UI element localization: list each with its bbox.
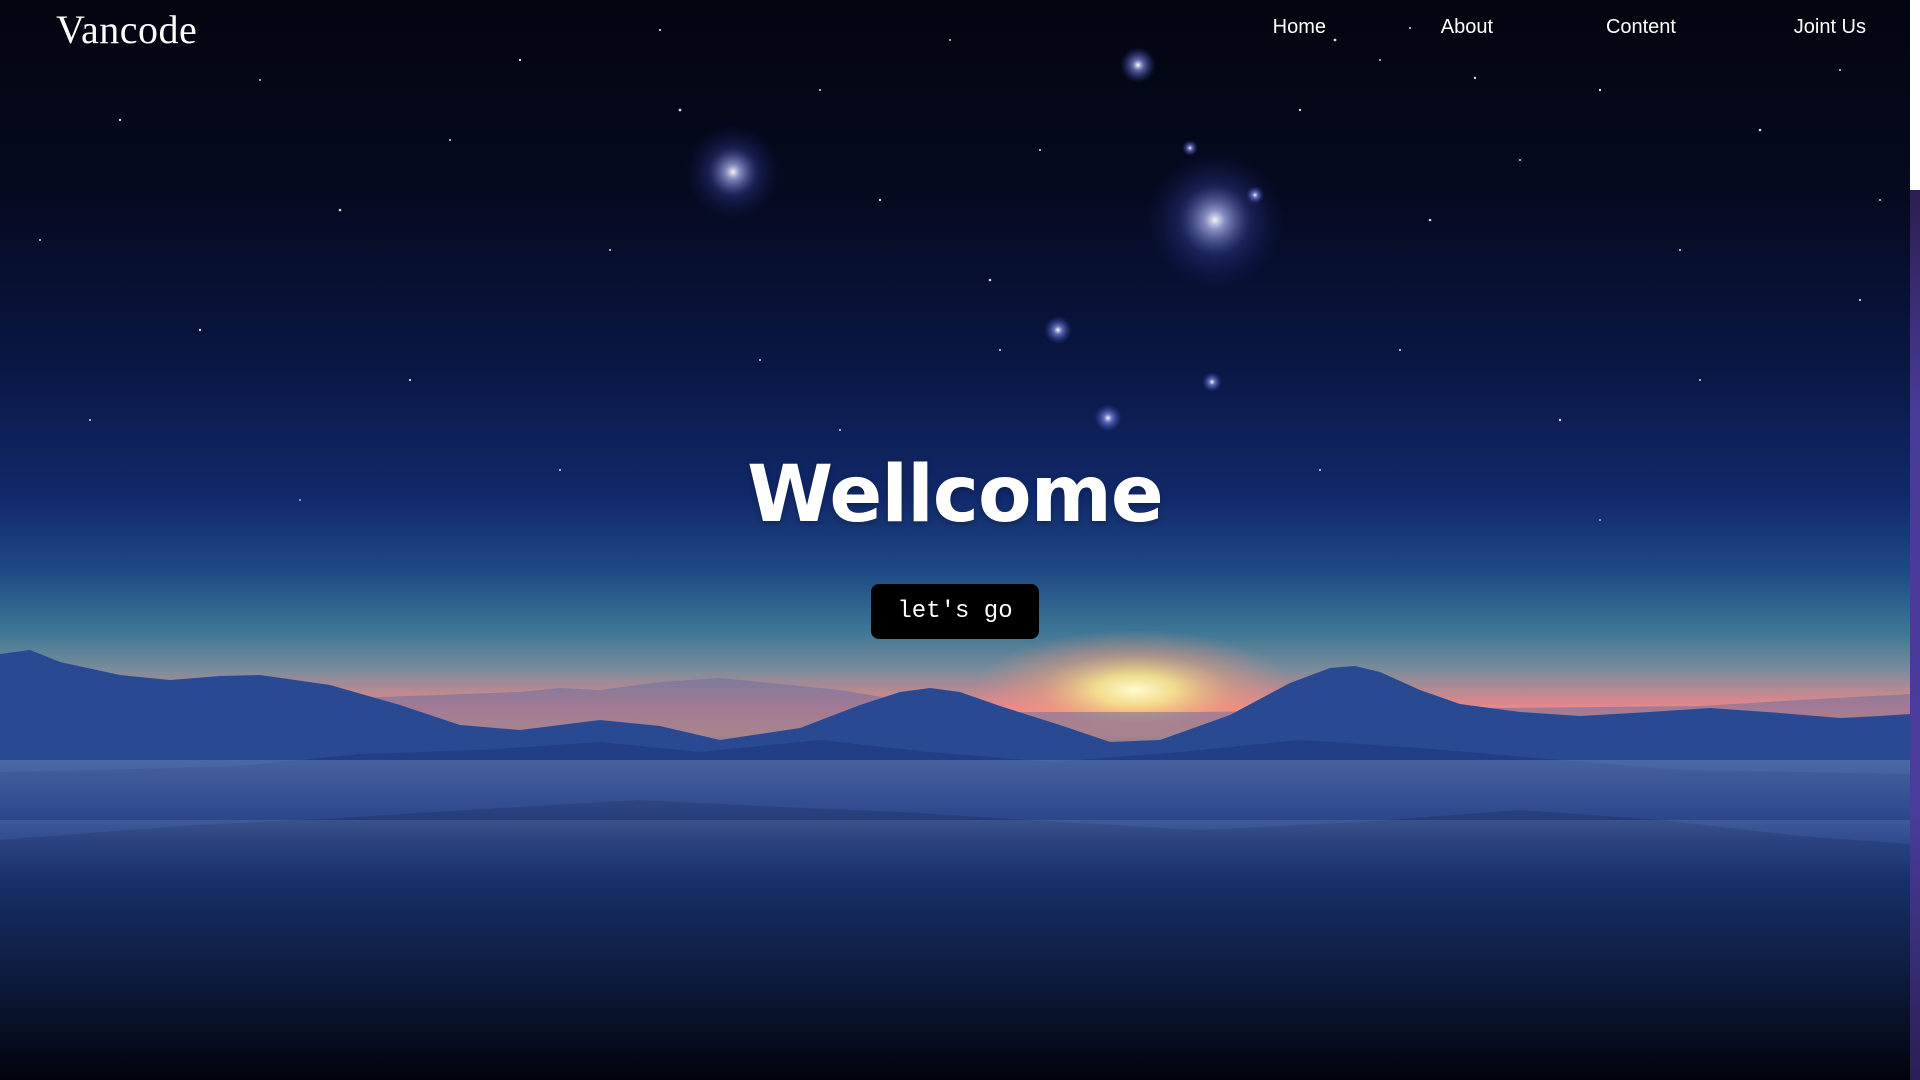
hero-background-image [0, 0, 1910, 1080]
nav-link-content[interactable]: Content [1602, 16, 1676, 39]
scrollbar-thumb[interactable] [1910, 190, 1920, 1080]
hero-title: Wellcome [747, 450, 1164, 540]
nav-link-joint-us[interactable]: Joint Us [1789, 16, 1866, 39]
nav-link-about[interactable]: About [1433, 16, 1493, 39]
top-navbar: Vancode Home About Content Joint Us [0, 0, 1910, 60]
lets-go-button[interactable]: let's go [871, 584, 1039, 639]
nav-link-home[interactable]: Home [1266, 16, 1326, 39]
main-navigation: Home About Content Joint Us [1266, 16, 1866, 39]
page: Vancode Home About Content Joint Us Well… [0, 0, 1920, 1080]
site-logo[interactable]: Vancode [56, 6, 197, 53]
